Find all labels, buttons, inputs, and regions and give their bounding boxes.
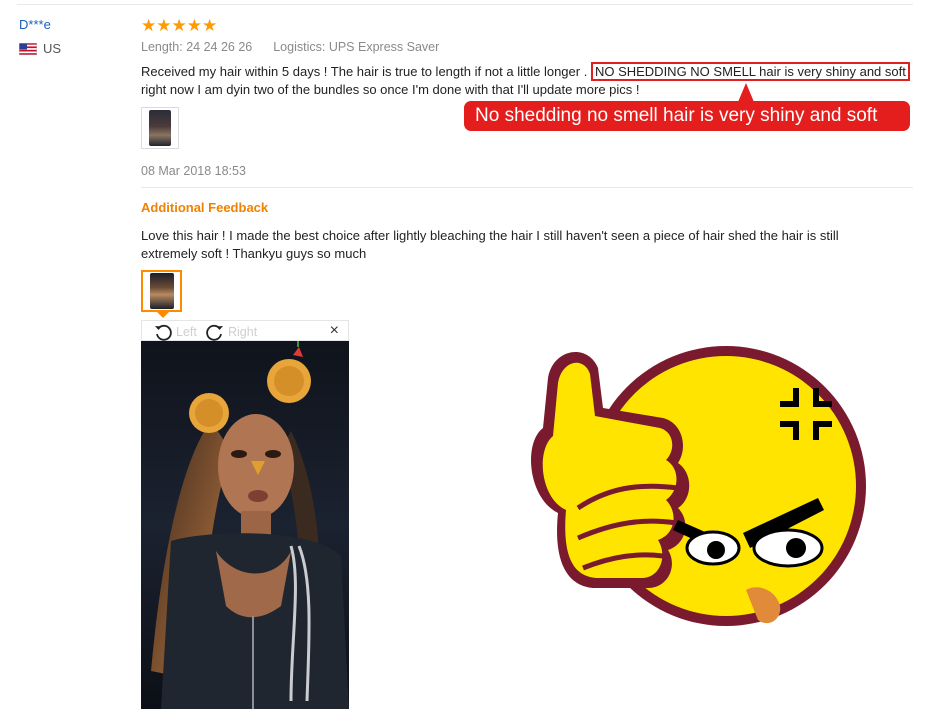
review-text-end: right now I am dyin two of the bundles s… — [141, 82, 640, 97]
rotate-right-button[interactable]: Right — [205, 322, 257, 342]
country-code: US — [43, 41, 62, 56]
callout-banner: No shedding no smell hair is very shiny … — [464, 101, 910, 131]
review-date: 08 Mar 2018 18:53 — [141, 164, 246, 178]
callout-pointer — [738, 83, 754, 102]
reviewer-country: US — [19, 41, 61, 56]
feedback-photo-thumbnail[interactable] — [141, 270, 182, 312]
rotate-right-icon — [206, 324, 223, 341]
additional-feedback-title: Additional Feedback — [141, 200, 269, 215]
review-text-highlight: NO SHEDDING NO SMELL hair is very shiny … — [590, 62, 910, 81]
reviewer-info: D***e US — [19, 17, 61, 56]
review-photo-thumbnail[interactable] — [141, 107, 179, 149]
selected-thumbnail-pointer — [157, 312, 169, 318]
feedback-divider — [141, 187, 913, 188]
rating-stars: ★★★★★ — [141, 16, 218, 35]
review-text-start: Received my hair within 5 days ! The hai… — [141, 64, 588, 79]
top-divider — [17, 4, 913, 5]
photo-thumbnail-image — [149, 110, 171, 146]
logistics-label: Logistics: — [273, 40, 326, 54]
feedback-thumbnail-image — [149, 273, 174, 309]
enlarged-review-photo — [141, 341, 349, 709]
length-value: 24 24 26 26 — [186, 40, 253, 54]
photo-viewer-toolbar: Left Right × — [141, 320, 349, 341]
additional-feedback-text: Love this hair ! I made the best choice … — [141, 228, 839, 261]
customer-selfie-image — [141, 341, 349, 709]
close-viewer-button[interactable]: × — [330, 322, 339, 340]
reviewer-name[interactable]: D***e — [19, 17, 61, 32]
logistics-value: UPS Express Saver — [328, 40, 440, 54]
rotate-left-button[interactable]: Left — [153, 322, 197, 342]
us-flag-icon — [19, 42, 37, 55]
length-label: Length: — [141, 40, 183, 54]
review-meta: Length: 24 24 26 26 Logistics: UPS Expre… — [141, 40, 913, 54]
review-text: Received my hair within 5 days ! The hai… — [141, 62, 913, 99]
rotate-left-icon — [155, 324, 172, 341]
rotate-left-label: Left — [176, 325, 197, 339]
review-body: ★★★★★ Length: 24 24 26 26 Logistics: UPS… — [141, 16, 913, 178]
angry-thumbs-up-emoji-icon — [531, 346, 866, 626]
rotate-right-label: Right — [228, 325, 258, 339]
